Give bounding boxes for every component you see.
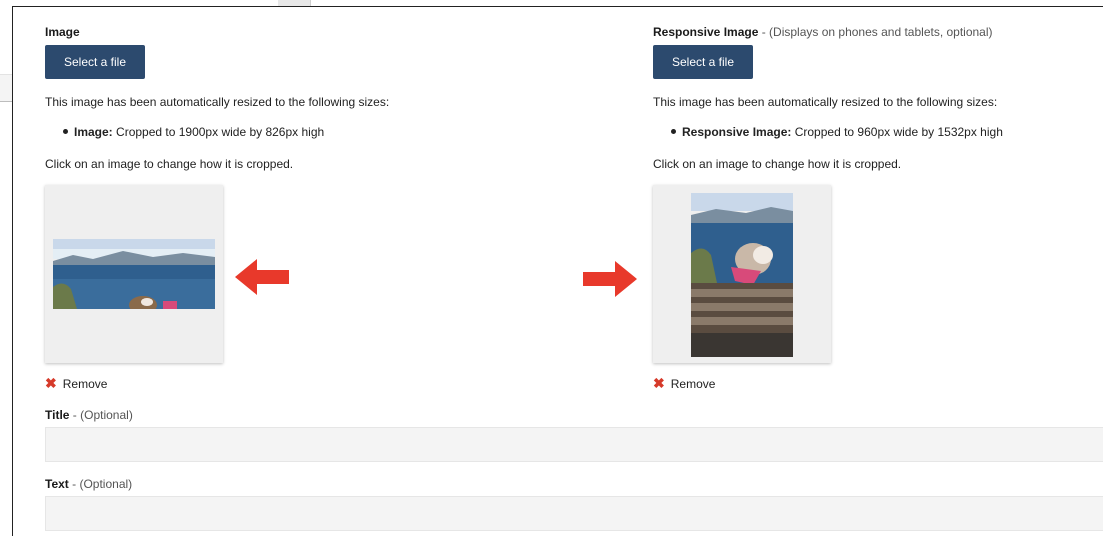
- responsive-image-hint: - (Displays on phones and tablets, optio…: [761, 25, 993, 39]
- x-icon: ✖: [653, 375, 665, 391]
- responsive-resize-text: This image has been automatically resize…: [653, 95, 998, 109]
- title-input[interactable]: [45, 427, 1103, 462]
- image-resize-text: This image has been automatically resize…: [45, 95, 390, 109]
- bullet-dot: [63, 129, 68, 135]
- image-label: Image: [45, 25, 80, 39]
- responsive-remove-link[interactable]: ✖ Remove: [653, 375, 715, 392]
- select-responsive-file-button[interactable]: Select a file: [653, 45, 753, 79]
- title-hint: - (Optional): [72, 408, 133, 422]
- bullet-dot: [671, 129, 676, 135]
- image-thumbnail[interactable]: [45, 185, 223, 363]
- image-settings-panel: Image Select a file This image has been …: [12, 6, 1103, 536]
- image-label-text: Image: [45, 25, 80, 39]
- text-field-label: Text - (Optional): [45, 477, 132, 491]
- responsive-image-label: Responsive Image - (Displays on phones a…: [653, 25, 993, 39]
- responsive-size-detail: Cropped to 960px wide by 1532px high: [794, 125, 1003, 139]
- responsive-size-name: Responsive Image:: [682, 125, 792, 139]
- landscape-photo: [53, 239, 215, 309]
- responsive-image-label-text: Responsive Image: [653, 25, 759, 39]
- right-arrow-icon: [583, 261, 637, 297]
- image-size-item: Image: Cropped to 1900px wide by 826px h…: [63, 125, 324, 139]
- title-label-text: Title: [45, 408, 70, 422]
- image-crop-hint: Click on an image to change how it is cr…: [45, 157, 294, 171]
- image-size-name: Image:: [74, 125, 113, 139]
- select-image-file-button[interactable]: Select a file: [45, 45, 145, 79]
- responsive-size-item: Responsive Image: Cropped to 960px wide …: [671, 125, 1003, 139]
- image-remove-label: Remove: [62, 376, 108, 391]
- responsive-image-thumbnail[interactable]: [653, 185, 831, 363]
- image-remove-link[interactable]: ✖ Remove: [45, 375, 107, 392]
- text-input[interactable]: [45, 496, 1103, 531]
- x-icon: ✖: [45, 375, 57, 391]
- image-size-detail: Cropped to 1900px wide by 826px high: [116, 125, 325, 139]
- title-field-label: Title - (Optional): [45, 408, 133, 422]
- left-arrow-icon: [235, 259, 289, 295]
- text-hint: - (Optional): [72, 477, 133, 491]
- portrait-photo: [691, 193, 793, 357]
- background-edge: [0, 74, 12, 102]
- responsive-remove-label: Remove: [670, 376, 716, 391]
- text-label-text: Text: [45, 477, 69, 491]
- responsive-crop-hint: Click on an image to change how it is cr…: [653, 157, 902, 171]
